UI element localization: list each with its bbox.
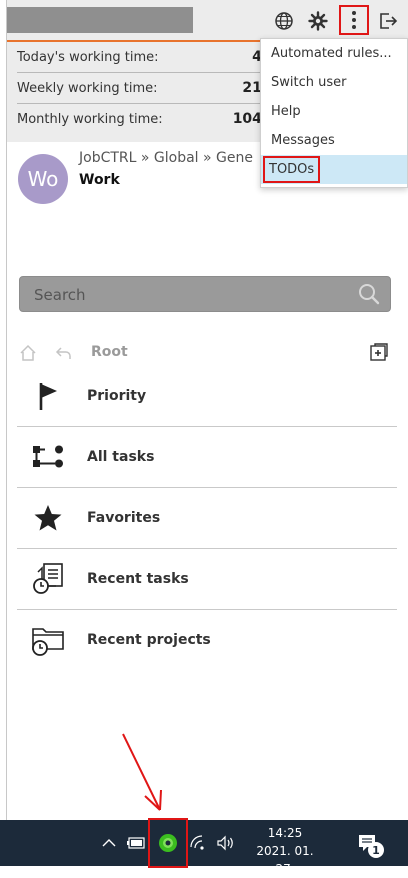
title-bar [7,0,408,42]
stat-label: Monthly working time: [17,111,163,127]
task-category-list: Priority All tasks Favorites Recent task… [17,366,397,670]
clock-time: 14:25 [267,826,303,840]
list-item-recent-projects[interactable]: Recent projects [17,610,397,670]
list-item-label: Favorites [87,510,161,526]
notification-badge: 1 [368,842,384,858]
search-icon[interactable] [358,283,380,309]
all-tasks-icon [17,444,79,470]
more-options-button[interactable] [339,5,369,35]
list-item-label: All tasks [87,449,155,465]
menu-item-automated-rules[interactable]: Automated rules... [261,39,407,68]
monthly-working-time: Monthly working time: 104:18 [17,104,287,134]
search-placeholder: Search [34,286,86,304]
current-work-name: Work [79,172,120,188]
logout-icon[interactable] [375,8,401,34]
vertical-dots-icon [352,11,356,29]
clock-date: 2021. 01. 27. [256,844,314,876]
list-item-label: Recent tasks [87,571,189,587]
star-icon [17,503,79,533]
add-task-icon[interactable] [369,342,389,366]
avatar: Wo [18,154,68,204]
list-item-recent-tasks[interactable]: Recent tasks [17,549,397,610]
recent-projects-icon [17,623,79,657]
volume-icon[interactable] [214,820,238,866]
action-center-icon[interactable]: 1 [352,820,384,866]
back-icon[interactable] [55,344,73,366]
options-dropdown-menu: Automated rules... Switch user Help Mess… [260,38,408,188]
stat-label: Today's working time: [17,49,159,65]
list-item-all-tasks[interactable]: All tasks [17,427,397,488]
todos-label: TODOs [262,156,321,183]
jobctrl-tray-icon[interactable] [148,818,188,868]
menu-item-switch-user[interactable]: Switch user [261,68,407,97]
current-folder-label: Root [91,344,128,360]
breadcrumb: JobCTRL » Global » Gene [79,150,253,166]
list-item-label: Recent projects [87,632,211,648]
menu-item-todos[interactable]: TODOs [261,155,407,184]
task-browser: Search Root Priority All tasks Favorites… [7,264,408,820]
battery-icon[interactable] [124,820,148,866]
chevron-up-icon[interactable] [98,820,120,866]
windows-taskbar: 14:25 2021. 01. 27. 1 [0,818,408,876]
list-item-favorites[interactable]: Favorites [17,488,397,549]
flag-icon [17,381,79,411]
stat-label: Weekly working time: [17,80,158,96]
search-input[interactable]: Search [19,276,391,312]
recent-tasks-icon [17,562,79,596]
gear-icon[interactable] [305,8,331,34]
redacted-title [7,7,193,33]
home-icon[interactable] [19,344,37,366]
navigation-row: Root [19,342,395,366]
list-item-label: Priority [87,388,147,404]
list-item-priority[interactable]: Priority [17,366,397,427]
today-working-time: Today's working time: 4:06 [17,42,287,73]
wifi-icon[interactable] [188,820,210,866]
weekly-working-time: Weekly working time: 21:39 [17,73,287,104]
globe-icon[interactable] [271,8,297,34]
system-clock[interactable]: 14:25 2021. 01. 27. [245,824,325,878]
menu-item-messages[interactable]: Messages [261,126,407,155]
menu-item-help[interactable]: Help [261,97,407,126]
